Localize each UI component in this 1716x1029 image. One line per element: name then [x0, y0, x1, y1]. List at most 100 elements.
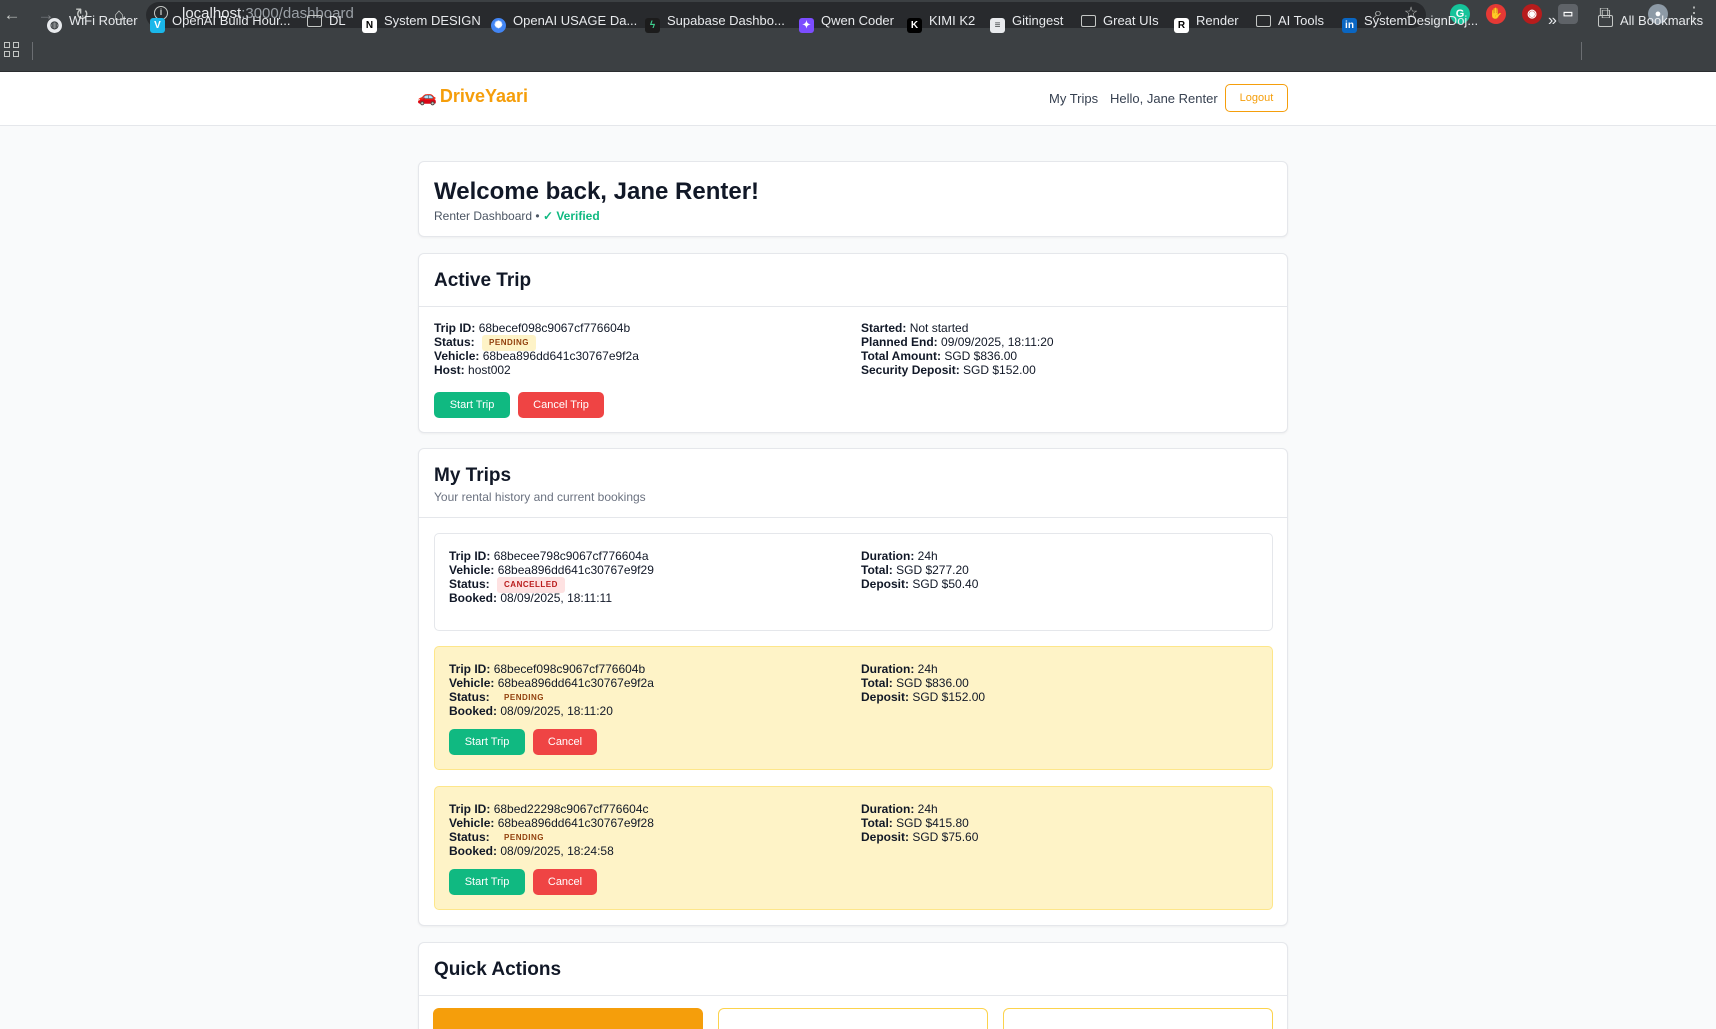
trip-card-pending: Trip ID: 68becef098c9067cf776604b Vehicl… [434, 646, 1273, 770]
bookmark-wifi-router[interactable]: ◍ WiFi Router [47, 11, 138, 33]
logout-button[interactable]: Logout [1225, 84, 1288, 112]
bookmark-gitingest[interactable]: ≡ Gitingest [990, 11, 1064, 33]
bookmark-label: Supabase Dashbo... [667, 13, 785, 28]
brand-name: DriveYaari [439, 86, 528, 106]
duration-value: 24h [917, 662, 938, 676]
card-divider [419, 995, 1287, 996]
my-trips-title: My Trips [434, 465, 512, 486]
bookmark-label: Qwen Coder [821, 13, 894, 28]
bookmark-label: Gitingest [1012, 13, 1064, 28]
bookmark-label: SystemDesignDoj... [1364, 13, 1479, 28]
booked-label: Booked: [449, 591, 497, 605]
bookmark-label: OpenAI USAGE Da... [513, 13, 638, 28]
trip-id-value: 68bed22298c9067cf776604c [493, 802, 649, 816]
trip-duration: Duration: 24h [861, 802, 938, 816]
my-trips-card: My Trips Your rental history and current… [418, 448, 1288, 926]
quick-action-tile[interactable] [1003, 1008, 1273, 1029]
bookmark-openai-build-hour[interactable]: V OpenAI Build Hour... [150, 11, 291, 33]
chevron-double-right-icon[interactable]: » [1548, 11, 1557, 31]
bookmark-openai-usage[interactable]: ✺ OpenAI USAGE Da... [491, 11, 638, 33]
welcome-subtitle: Renter Dashboard • ✓ Verified [434, 209, 600, 223]
bookmark-label: Render [1196, 13, 1239, 28]
bookmarks-bar [0, 30, 1716, 72]
active-trip-total: Total Amount: SGD $836.00 [861, 349, 1017, 363]
duration-label: Duration: [861, 802, 915, 816]
cancel-button[interactable]: Cancel [533, 729, 597, 755]
start-trip-button[interactable]: Start Trip [449, 869, 525, 895]
trip-id: Trip ID: 68becee798c9067cf776604a [449, 549, 649, 563]
bookmark-system-design[interactable]: N System DESIGN [362, 11, 481, 33]
welcome-title: Welcome back, Jane Renter! [434, 178, 760, 205]
bookmarks-separator [1581, 42, 1582, 60]
quick-actions-title: Quick Actions [434, 959, 562, 980]
status-label: Status: [434, 335, 475, 349]
qwen-icon: ✦ [799, 18, 814, 33]
bookmark-kimi-k2[interactable]: K KIMI K2 [907, 11, 975, 33]
linkedin-icon: in [1342, 18, 1357, 33]
trip-id: Trip ID: 68bed22298c9067cf776604c [449, 802, 649, 816]
trip-booked: Booked: 08/09/2025, 18:11:20 [449, 704, 613, 718]
security-deposit-value: SGD $152.00 [963, 363, 1036, 377]
bookmark-dl[interactable]: DL [307, 11, 346, 31]
total-value: SGD $277.20 [896, 563, 969, 577]
duration-value: 24h [917, 802, 938, 816]
quick-action-tile-primary[interactable] [433, 1008, 703, 1029]
trip-id: Trip ID: 68becef098c9067cf776604b [449, 662, 645, 676]
notion-icon: N [362, 18, 377, 33]
trip-deposit: Deposit: SGD $152.00 [861, 690, 985, 704]
duration-label: Duration: [861, 662, 915, 676]
bookmark-supabase[interactable]: ϟ Supabase Dashbo... [645, 11, 785, 33]
folder-icon [1081, 15, 1096, 27]
total-amount-value: SGD $836.00 [944, 349, 1018, 363]
start-trip-button[interactable]: Start Trip [434, 392, 510, 418]
active-trip-planned-end: Planned End: 09/09/2025, 18:11:20 [861, 335, 1054, 349]
vehicle-value: 68bea896dd641c30767e9f2a [497, 676, 654, 690]
car-icon: 🚗 [417, 89, 437, 106]
user-greeting: Hello, Jane Renter [1110, 91, 1218, 106]
all-bookmarks[interactable]: All Bookmarks [1598, 11, 1703, 31]
trip-booked: Booked: 08/09/2025, 18:11:11 [449, 591, 612, 605]
cast-extension-icon[interactable]: ▭ [1558, 4, 1578, 24]
trip-vehicle: Vehicle: 68bea896dd641c30767e9f2a [449, 676, 654, 690]
active-trip-deposit: Security Deposit: SGD $152.00 [861, 363, 1036, 377]
cancel-button[interactable]: Cancel [533, 869, 597, 895]
apps-grid-icon[interactable] [4, 42, 20, 58]
vehicle-value: 68bea896dd641c30767e9f2a [482, 349, 639, 363]
trip-booked: Booked: 08/09/2025, 18:24:58 [449, 844, 614, 858]
bookmark-ai-tools[interactable]: AI Tools [1256, 11, 1324, 31]
total-label: Total: [861, 816, 893, 830]
trip-vehicle: Vehicle: 68bea896dd641c30767e9f28 [449, 816, 654, 830]
app-header: 🚗 DriveYaari My Trips Hello, Jane Renter … [0, 72, 1716, 126]
vimeo-icon: V [150, 18, 165, 33]
vehicle-label: Vehicle: [449, 676, 495, 690]
bookmark-systemdesigndojo[interactable]: in SystemDesignDoj... [1342, 11, 1479, 33]
status-label: Status: [449, 830, 490, 844]
quick-action-tile[interactable] [718, 1008, 988, 1029]
trip-deposit: Deposit: SGD $75.60 [861, 830, 978, 844]
record-extension-icon[interactable]: ◉ [1522, 4, 1542, 24]
vehicle-value: 68bea896dd641c30767e9f29 [497, 563, 654, 577]
start-trip-button[interactable]: Start Trip [449, 729, 525, 755]
nav-my-trips[interactable]: My Trips [1049, 91, 1098, 106]
planned-end-label: Planned End: [861, 335, 938, 349]
trip-id-label: Trip ID: [434, 321, 476, 335]
bookmark-qwen-coder[interactable]: ✦ Qwen Coder [799, 11, 894, 33]
trip-card-pending: Trip ID: 68bed22298c9067cf776604c Vehicl… [434, 786, 1273, 910]
cancel-trip-button[interactable]: Cancel Trip [518, 392, 604, 418]
trip-vehicle: Vehicle: 68bea896dd641c30767e9f29 [449, 563, 654, 577]
trip-id-label: Trip ID: [449, 662, 491, 676]
trip-deposit: Deposit: SGD $50.40 [861, 577, 978, 591]
bookmark-label: System DESIGN [384, 13, 481, 28]
stop-extension-icon[interactable]: ✋ [1486, 4, 1506, 24]
vehicle-label: Vehicle: [434, 349, 480, 363]
host-value: host002 [468, 363, 511, 377]
back-arrow-icon[interactable]: ← [0, 3, 24, 27]
deposit-value: SGD $152.00 [912, 690, 986, 704]
total-amount-label: Total Amount: [861, 349, 941, 363]
brand-logo[interactable]: 🚗 DriveYaari [417, 86, 528, 107]
openai-icon: ✺ [491, 18, 506, 33]
bookmark-great-uis[interactable]: Great UIs [1081, 11, 1159, 31]
vehicle-label: Vehicle: [449, 563, 495, 577]
bookmark-render[interactable]: R Render [1174, 11, 1239, 33]
status-label: Status: [449, 577, 490, 591]
